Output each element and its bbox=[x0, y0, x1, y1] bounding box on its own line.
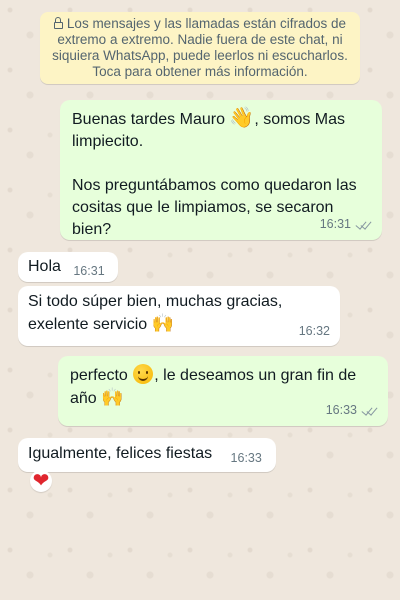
message-text: Si todo súper bien, muchas gracias, exel… bbox=[28, 293, 283, 334]
message-meta: 16:33 bbox=[231, 447, 262, 469]
message-text: Buenas tardes Mauro 👋, somos Mas limpiec… bbox=[72, 105, 346, 150]
message-reaction[interactable]: ❤ bbox=[30, 470, 52, 492]
smiling-face-icon bbox=[133, 364, 154, 384]
waving-hand-icon: 👋 bbox=[229, 105, 255, 129]
encryption-notice-text: Los mensajes y las llamadas están cifrad… bbox=[52, 16, 348, 79]
double-check-icon bbox=[355, 218, 372, 230]
raising-hands-icon: 🙌 bbox=[151, 313, 175, 334]
message-bubble-outgoing[interactable]: Buenas tardes Mauro 👋, somos Mas limpiec… bbox=[60, 100, 382, 240]
message-time: 16:33 bbox=[325, 403, 357, 417]
message-bubble-incoming[interactable]: Hola 16:31 bbox=[18, 252, 118, 282]
chat-area[interactable]: Los mensajes y las llamadas están cifrad… bbox=[0, 0, 400, 600]
message-bubble-incoming[interactable]: Igualmente, felices fiestas 16:33 bbox=[18, 438, 276, 472]
raising-hands-icon: 🙌 bbox=[101, 387, 124, 408]
message-meta: 16:32 bbox=[299, 320, 330, 342]
message-bubble-incoming[interactable]: Si todo súper bien, muchas gracias, exel… bbox=[18, 286, 340, 346]
red-heart-icon: ❤ bbox=[32, 470, 50, 492]
lock-icon bbox=[53, 17, 63, 29]
message-meta: 16:31 bbox=[73, 260, 104, 282]
message-time: 16:33 bbox=[230, 451, 262, 465]
message-text: Igualmente, felices fiestas bbox=[28, 445, 213, 462]
message-time: 16:31 bbox=[73, 264, 105, 278]
message-meta: 16:31 bbox=[320, 213, 372, 235]
encryption-notice[interactable]: Los mensajes y las llamadas están cifrad… bbox=[40, 12, 360, 84]
message-text: Hola bbox=[28, 258, 61, 275]
double-check-icon bbox=[361, 404, 378, 416]
message-meta: 16:33 bbox=[326, 399, 378, 421]
message-time: 16:32 bbox=[298, 324, 330, 338]
message-time: 16:31 bbox=[319, 217, 351, 231]
message-bubble-outgoing[interactable]: perfecto , le deseamos un gran fin de añ… bbox=[58, 356, 388, 426]
